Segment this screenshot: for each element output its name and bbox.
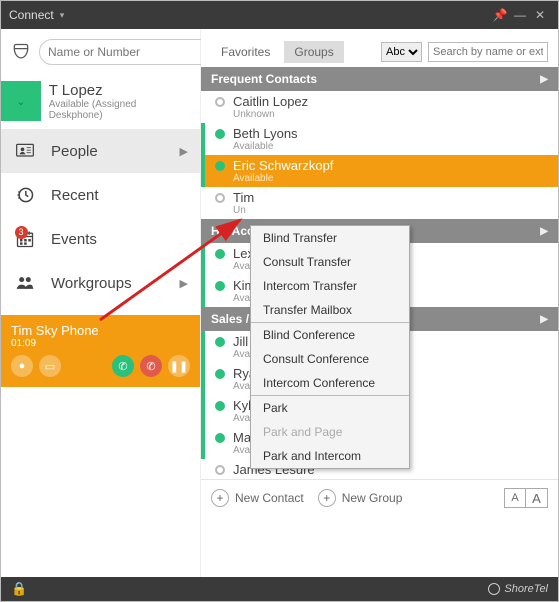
presence-dot: [215, 465, 225, 475]
menu-park[interactable]: Park: [251, 396, 409, 420]
menu-intercom-transfer[interactable]: Intercom Transfer: [251, 274, 409, 298]
contact-row[interactable]: TimUn: [201, 187, 558, 219]
presence-dot: [215, 129, 225, 139]
nav-workgroups[interactable]: Workgroups ▶: [1, 261, 200, 305]
nav-people[interactable]: People ▶: [1, 129, 200, 173]
menu-transfer-mailbox[interactable]: Transfer Mailbox: [251, 298, 409, 322]
sort-select[interactable]: Abc: [381, 42, 422, 62]
contact-row-selected[interactable]: Eric SchwarzkopfAvailable: [201, 155, 558, 187]
presence-dot: [215, 433, 225, 443]
section-frequent[interactable]: Frequent Contacts ▶: [201, 67, 558, 91]
new-group-button[interactable]: +New Group: [318, 489, 403, 507]
chevron-right-icon: ▶: [540, 226, 548, 237]
chevron-right-icon: ▶: [180, 145, 188, 158]
menu-blind-conference[interactable]: Blind Conference: [251, 323, 409, 347]
call-hangup-button[interactable]: ✆: [140, 355, 162, 377]
plus-icon: +: [211, 489, 229, 507]
nav-label: Workgroups: [51, 275, 132, 292]
tab-favorites[interactable]: Favorites: [211, 41, 280, 63]
chevron-right-icon: ▶: [540, 314, 548, 325]
presence-dot: [215, 193, 225, 203]
text-small-button[interactable]: A: [504, 488, 526, 508]
contact-row[interactable]: Beth LyonsAvailable: [201, 123, 558, 155]
call-note-button[interactable]: ▭: [39, 355, 61, 377]
chevron-right-icon: ▶: [180, 277, 188, 290]
call-answer-button[interactable]: ✆: [112, 355, 134, 377]
presence-dot: [215, 249, 225, 259]
menu-consult-transfer[interactable]: Consult Transfer: [251, 250, 409, 274]
new-contact-button[interactable]: +New Contact: [211, 489, 304, 507]
pin-icon[interactable]: 📌: [490, 8, 510, 22]
user-status: Available (Assigned Deskphone): [49, 99, 192, 121]
menu-blind-transfer[interactable]: Blind Transfer: [251, 226, 409, 250]
nav-events[interactable]: 3 Events: [1, 217, 200, 261]
nav-label: Events: [51, 231, 97, 248]
events-badge: 3: [15, 226, 28, 239]
people-icon: [13, 141, 37, 161]
close-icon[interactable]: ✕: [530, 8, 550, 22]
footer-bar: 🔒 ShoreTel: [1, 577, 558, 601]
call-name: Tim Sky Phone: [11, 323, 190, 338]
presence-dot: [215, 281, 225, 291]
call-hold-button[interactable]: ❚❚: [168, 355, 190, 377]
menu-park-and-intercom[interactable]: Park and Intercom: [251, 444, 409, 468]
presence-dot: [215, 97, 225, 107]
text-large-button[interactable]: A: [526, 488, 548, 508]
context-menu: Blind Transfer Consult Transfer Intercom…: [250, 225, 410, 469]
menu-intercom-conference[interactable]: Intercom Conference: [251, 371, 409, 395]
call-timer: 01:09: [11, 338, 190, 349]
search-input[interactable]: [48, 45, 203, 59]
window-title: Connect: [9, 8, 54, 22]
section-label: Frequent Contacts: [211, 72, 317, 86]
active-call-card[interactable]: Tim Sky Phone 01:09 ● ▭ ✆ ✆ ❚❚: [1, 315, 200, 387]
user-status-square[interactable]: ⌄: [1, 81, 41, 121]
workgroups-icon: [13, 273, 37, 293]
plus-icon: +: [318, 489, 336, 507]
bottom-bar: +New Contact +New Group A A: [201, 479, 558, 516]
sidebar: 🔍 ⌄ T Lopez Available (Assigned Deskphon…: [1, 29, 201, 577]
presence-dot: [215, 369, 225, 379]
events-icon: 3: [13, 229, 37, 249]
nav-recent[interactable]: Recent: [1, 173, 200, 217]
presence-dot: [215, 161, 225, 171]
brand-logo: ShoreTel: [488, 583, 548, 595]
title-bar: Connect ▾ 📌 — ✕: [1, 1, 558, 29]
current-user-block[interactable]: ⌄ T Lopez Available (Assigned Deskphone): [1, 75, 200, 129]
nav-label: Recent: [51, 187, 99, 204]
presence-dot: [215, 401, 225, 411]
user-name: T Lopez: [49, 82, 192, 99]
menu-consult-conference[interactable]: Consult Conference: [251, 347, 409, 371]
text-size-toggle[interactable]: A A: [504, 488, 548, 508]
tab-groups[interactable]: Groups: [284, 41, 343, 63]
contact-row[interactable]: Caitlin LopezUnknown: [201, 91, 558, 123]
minimize-icon[interactable]: —: [510, 8, 530, 22]
nav-label: People: [51, 143, 98, 160]
title-dropdown-icon[interactable]: ▾: [60, 10, 65, 21]
filter-input[interactable]: [428, 42, 548, 62]
call-record-button[interactable]: ●: [11, 355, 33, 377]
lock-icon: 🔒: [11, 581, 27, 597]
presence-dot: [215, 337, 225, 347]
recent-icon: [13, 185, 37, 205]
dialpad-icon[interactable]: [11, 41, 31, 63]
chevron-right-icon: ▶: [540, 74, 548, 85]
menu-park-and-page: Park and Page: [251, 420, 409, 444]
search-box[interactable]: 🔍: [39, 39, 228, 65]
